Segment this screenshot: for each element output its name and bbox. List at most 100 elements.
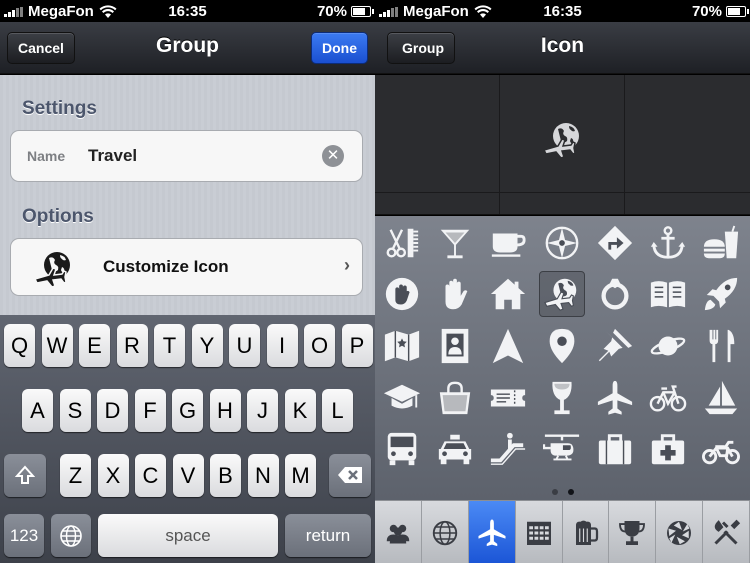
suitcase-icon[interactable]	[592, 426, 638, 472]
anchor-icon[interactable]	[645, 220, 691, 266]
cocktail-icon[interactable]	[432, 220, 478, 266]
tab-tools[interactable]	[703, 501, 750, 563]
motorcycle-icon[interactable]	[698, 426, 744, 472]
key-z[interactable]: Z	[60, 454, 91, 497]
key-i[interactable]: I	[266, 324, 298, 367]
tab-aperture[interactable]	[656, 501, 704, 563]
direction-sign-icon[interactable]	[592, 220, 638, 266]
sailboat-icon[interactable]	[698, 375, 744, 421]
page-dot[interactable]	[567, 489, 574, 495]
bus-icon[interactable]	[379, 426, 425, 472]
compass-icon[interactable]	[539, 220, 585, 266]
key-h[interactable]: H	[209, 389, 241, 432]
key-p[interactable]: P	[341, 324, 373, 367]
key-u[interactable]: U	[229, 324, 260, 367]
trophy-icon	[619, 520, 646, 545]
coffee-cup-icon[interactable]	[485, 220, 531, 266]
book-icon[interactable]	[645, 271, 691, 317]
shopping-bag-icon[interactable]	[432, 375, 478, 421]
portrait-frame-icon-glyph	[441, 328, 469, 364]
name-cell[interactable]: Name Travel ✕	[10, 130, 363, 182]
key-w[interactable]: W	[41, 324, 73, 367]
key-q[interactable]: Q	[4, 324, 35, 367]
rocket-icon[interactable]	[698, 271, 744, 317]
key-r[interactable]: R	[116, 324, 148, 367]
tab-trophy[interactable]	[609, 501, 657, 563]
scissors-comb-icon[interactable]	[379, 220, 425, 266]
key-l[interactable]: L	[322, 389, 353, 432]
tab-calendar[interactable]	[516, 501, 563, 563]
key-s[interactable]: S	[59, 389, 91, 432]
key-x[interactable]: X	[97, 454, 129, 497]
clear-icon[interactable]: ✕	[322, 145, 344, 167]
cocktail-icon-glyph	[440, 229, 470, 259]
people-icon	[386, 524, 410, 543]
airplane-icon[interactable]	[592, 375, 638, 421]
map-pin-icon-glyph	[549, 328, 575, 364]
map-pin-icon[interactable]	[539, 323, 585, 369]
map-icon[interactable]	[379, 323, 425, 369]
graduation-cap-icon[interactable]	[379, 375, 425, 421]
planet-icon-glyph	[650, 336, 686, 356]
return-key[interactable]: return	[285, 514, 371, 557]
globe-plane-icon[interactable]	[539, 271, 585, 317]
shift-key[interactable]	[4, 454, 46, 497]
key-o[interactable]: O	[304, 324, 335, 367]
options-header: Options	[22, 206, 94, 227]
sailboat-icon-glyph	[704, 380, 738, 415]
key-d[interactable]: D	[97, 389, 128, 432]
portrait-frame-icon[interactable]	[432, 323, 478, 369]
nav-bar: Cancel Group Done	[0, 22, 375, 74]
customize-icon-row[interactable]: Customize Icon ›	[10, 238, 363, 296]
taxi-icon[interactable]	[432, 426, 478, 472]
fork-knife-icon[interactable]	[698, 323, 744, 369]
tab-globe[interactable]	[422, 501, 469, 563]
key-a[interactable]: A	[22, 389, 53, 432]
navigation-arrow-icon[interactable]	[485, 323, 531, 369]
tab-airplane[interactable]	[468, 501, 516, 563]
helicopter-icon[interactable]	[539, 426, 585, 472]
page-dot[interactable]	[551, 489, 558, 495]
key-c[interactable]: C	[135, 454, 166, 497]
key-k[interactable]: K	[284, 389, 316, 432]
delete-key[interactable]	[329, 454, 371, 497]
key-n[interactable]: N	[247, 454, 279, 497]
numbers-key[interactable]: 123	[4, 514, 44, 557]
escalator-icon-glyph	[490, 432, 526, 465]
key-b[interactable]: B	[210, 454, 241, 497]
tab-beer[interactable]	[563, 501, 610, 563]
key-t[interactable]: T	[154, 324, 185, 367]
space-key[interactable]: space	[98, 514, 278, 557]
ticket-icon[interactable]	[485, 375, 531, 421]
key-e[interactable]: E	[79, 324, 110, 367]
first-aid-icon[interactable]	[645, 426, 691, 472]
battery-percent: 70%	[691, 3, 722, 20]
key-m[interactable]: M	[285, 454, 316, 497]
icon-grid	[375, 216, 750, 500]
ring-icon[interactable]	[592, 271, 638, 317]
planet-icon[interactable]	[645, 323, 691, 369]
name-field[interactable]: Travel	[88, 146, 137, 166]
hand-icon[interactable]	[432, 271, 478, 317]
key-v[interactable]: V	[172, 454, 204, 497]
customize-icon-label: Customize Icon	[103, 257, 229, 276]
stop-hand-icon-glyph	[385, 277, 419, 311]
taxi-icon-glyph	[438, 434, 472, 465]
wine-glass-icon[interactable]	[539, 375, 585, 421]
key-y[interactable]: Y	[191, 324, 223, 367]
done-button[interactable]: Done	[311, 32, 368, 64]
house-icon[interactable]	[485, 271, 531, 317]
tab-people[interactable]	[375, 501, 422, 563]
key-f[interactable]: F	[134, 389, 166, 432]
bicycle-icon[interactable]	[645, 375, 691, 421]
key-j[interactable]: J	[247, 389, 278, 432]
wine-glass-icon-glyph	[552, 381, 572, 415]
key-g[interactable]: G	[172, 389, 203, 432]
shopping-bag-icon-glyph	[439, 381, 471, 415]
escalator-icon[interactable]	[485, 426, 531, 472]
language-key[interactable]	[51, 514, 91, 557]
fast-food-icon[interactable]	[698, 220, 744, 266]
push-pin-icon[interactable]	[592, 323, 638, 369]
stop-hand-icon[interactable]	[379, 271, 425, 317]
chevron-right-icon: ›	[344, 255, 350, 275]
